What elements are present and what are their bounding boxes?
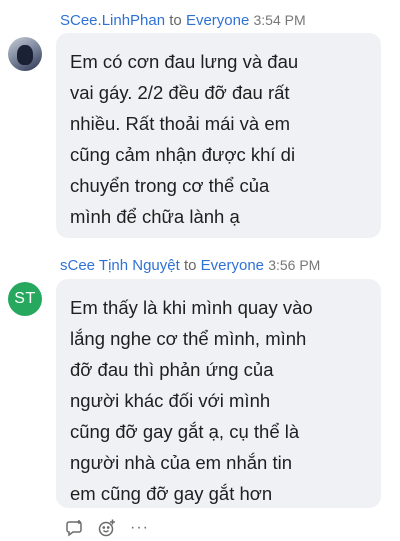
message-line: vai gáy. 2/2 đều đỡ đau rất	[70, 82, 290, 103]
to-label: to	[183, 257, 197, 274]
message-line: em cũng đỡ gay gắt hơn	[70, 483, 273, 504]
avatar[interactable]: ST	[8, 282, 42, 316]
to-label: to	[169, 12, 182, 29]
message-line: đỡ đau thì phản ứng của	[70, 359, 274, 380]
message-time: 3:54 PM	[253, 12, 306, 28]
avatar-initials: ST	[14, 290, 36, 307]
add-reaction-icon[interactable]	[98, 519, 116, 537]
recipient-name[interactable]: Everyone	[201, 257, 264, 274]
avatar-photo	[17, 45, 33, 65]
message-line: Em thấy là khi mình quay vào	[70, 297, 313, 318]
message-line: cũng đỡ gay gắt ạ, cụ thể là	[70, 421, 300, 442]
message-header: sCee Tịnh Nguyệt to Everyone 3:56 PM	[60, 257, 320, 274]
more-options-icon[interactable]: ···	[130, 519, 149, 537]
message-time: 3:56 PM	[268, 257, 321, 273]
sender-name[interactable]: sCee Tịnh Nguyệt	[60, 257, 180, 274]
message-header: SCee.LinhPhan to Everyone 3:54 PM	[60, 12, 306, 29]
message-line: nhiều. Rất thoải mái và em	[70, 113, 291, 134]
message-line: cũng cảm nhận được khí di	[70, 144, 296, 165]
message-line: chuyển trong cơ thể của	[70, 175, 270, 196]
message-line: người khác đối với mình	[70, 390, 271, 411]
sender-name[interactable]: SCee.LinhPhan	[60, 12, 165, 29]
message-bubble: Em có cơn đau lưng và đau vai gáy. 2/2 đ…	[56, 33, 381, 238]
message-line: mình để chữa lành ạ	[70, 206, 240, 227]
message-actions: ···	[66, 519, 149, 537]
recipient-name[interactable]: Everyone	[186, 12, 249, 29]
message-bubble: Em thấy là khi mình quay vào lắng nghe c…	[56, 279, 381, 508]
message-line: lắng nghe cơ thể mình, mình	[70, 328, 307, 349]
message-line: Em có cơn đau lưng và đau	[70, 51, 299, 72]
message-line: người nhà của em nhắn tin	[70, 452, 292, 473]
avatar[interactable]	[8, 37, 42, 71]
comment-reply-icon[interactable]	[66, 519, 84, 537]
